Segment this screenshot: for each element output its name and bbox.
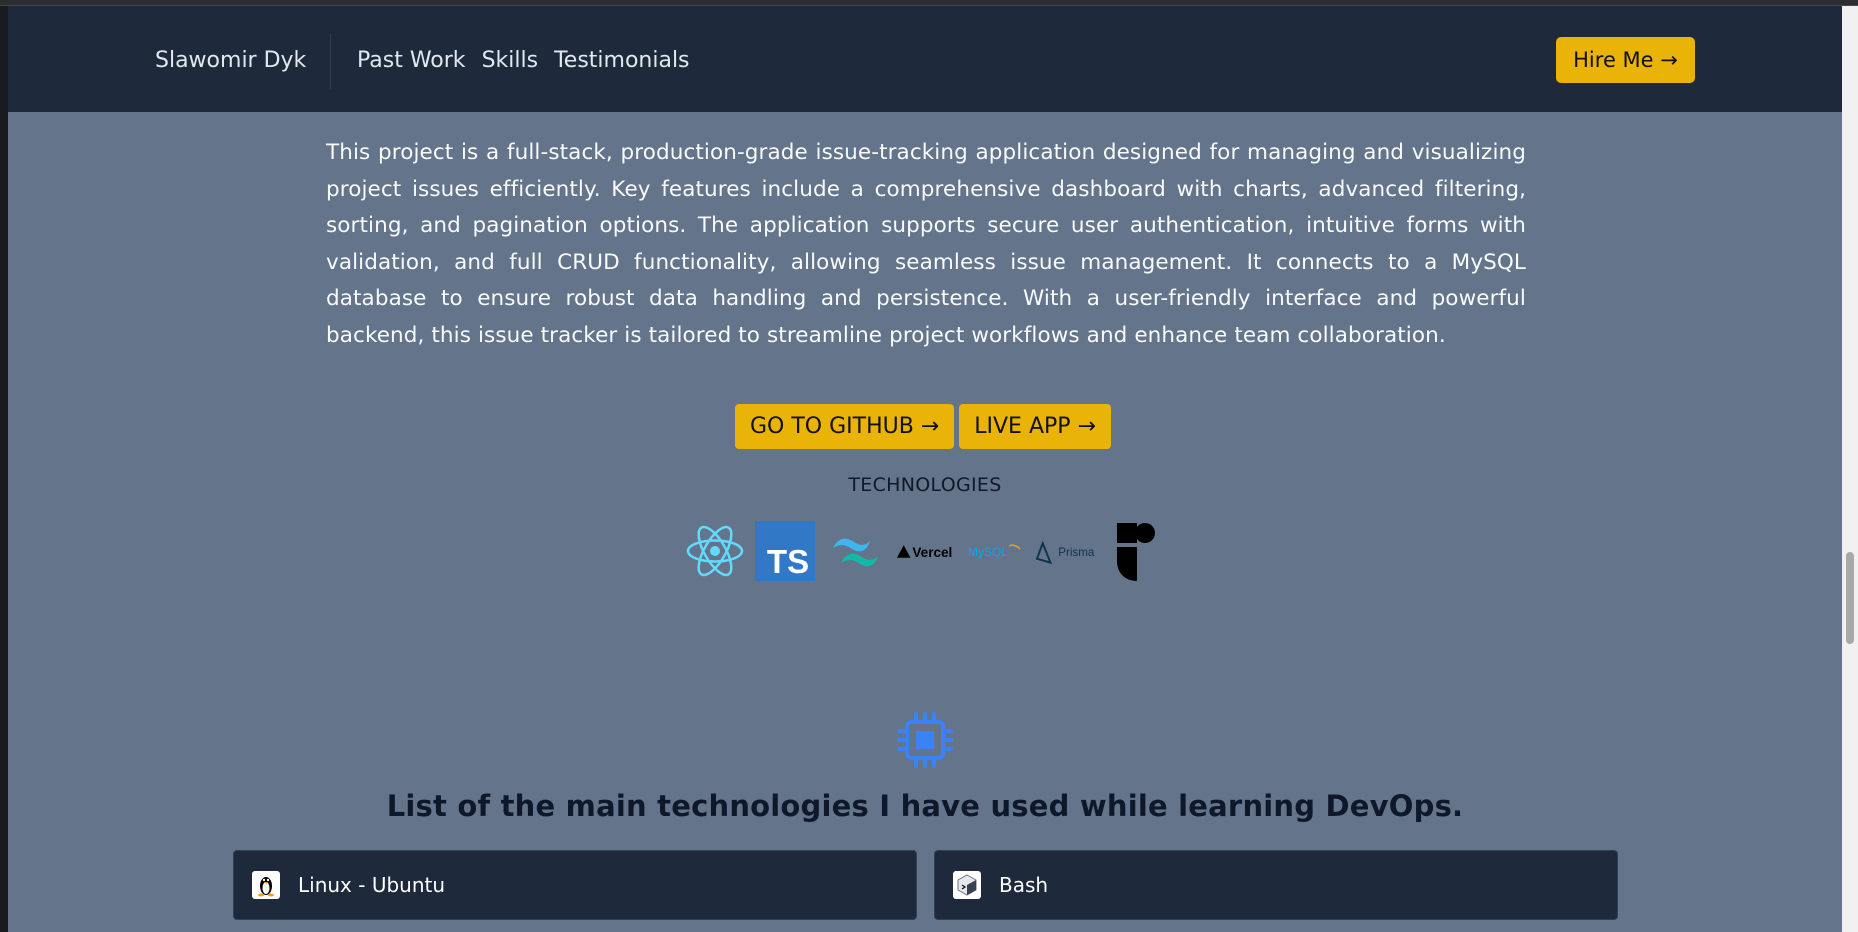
live-app-button[interactable]: LIVE APP → — [959, 404, 1111, 449]
cpu-chip-icon — [897, 712, 953, 768]
typescript-icon: TS — [755, 520, 815, 582]
svg-text:Prisma: Prisma — [1058, 546, 1095, 559]
scrollbar-thumb[interactable] — [1846, 552, 1854, 644]
nav-link-skills[interactable]: Skills — [482, 46, 539, 76]
project-description: This project is a full-stack, production… — [326, 140, 1526, 348]
navbar: Slawomir Dyk Past Work Skills Testimonia… — [8, 6, 1842, 112]
svg-text:TS: TS — [767, 543, 809, 580]
github-button[interactable]: GO TO GITHUB → — [735, 404, 955, 449]
technologies-heading: TECHNOLOGIES — [848, 474, 1002, 496]
hire-me-button[interactable]: Hire Me → — [1556, 37, 1695, 83]
tech-card-bash[interactable]: Bash — [934, 850, 1618, 920]
browser-left-edge — [0, 6, 8, 932]
prisma-icon: Prisma — [1035, 520, 1095, 582]
nav-link-past-work[interactable]: Past Work — [357, 46, 466, 76]
radix-icon — [1105, 520, 1165, 582]
linux-icon — [252, 871, 280, 899]
tech-card-linux[interactable]: Linux - Ubuntu — [233, 850, 917, 920]
bash-icon — [953, 871, 981, 899]
tech-card-label: Linux - Ubuntu — [298, 873, 446, 897]
react-icon — [685, 520, 745, 582]
nav-divider — [330, 34, 331, 89]
svg-text:Vercel: Vercel — [912, 545, 952, 560]
nav-link-testimonials[interactable]: Testimonials — [554, 46, 689, 76]
brand-name[interactable]: Slawomir Dyk — [155, 46, 306, 76]
svg-text:MySQL: MySQL — [968, 545, 1008, 559]
vercel-icon: Vercel — [895, 520, 955, 582]
scrollbar[interactable] — [1842, 6, 1858, 932]
project-buttons: GO TO GITHUB → LIVE APP → — [735, 404, 1111, 449]
tailwind-icon — [825, 520, 885, 582]
page-viewport: Slawomir Dyk Past Work Skills Testimonia… — [8, 6, 1842, 932]
tech-card-label: Bash — [999, 873, 1049, 897]
technology-logos: TS Vercel MySQL Prisma — [685, 520, 1165, 582]
mysql-icon: MySQL — [965, 520, 1025, 582]
nav-links: Past Work Skills Testimonials — [357, 46, 690, 76]
devops-section-title: List of the main technologies I have use… — [386, 789, 1464, 823]
